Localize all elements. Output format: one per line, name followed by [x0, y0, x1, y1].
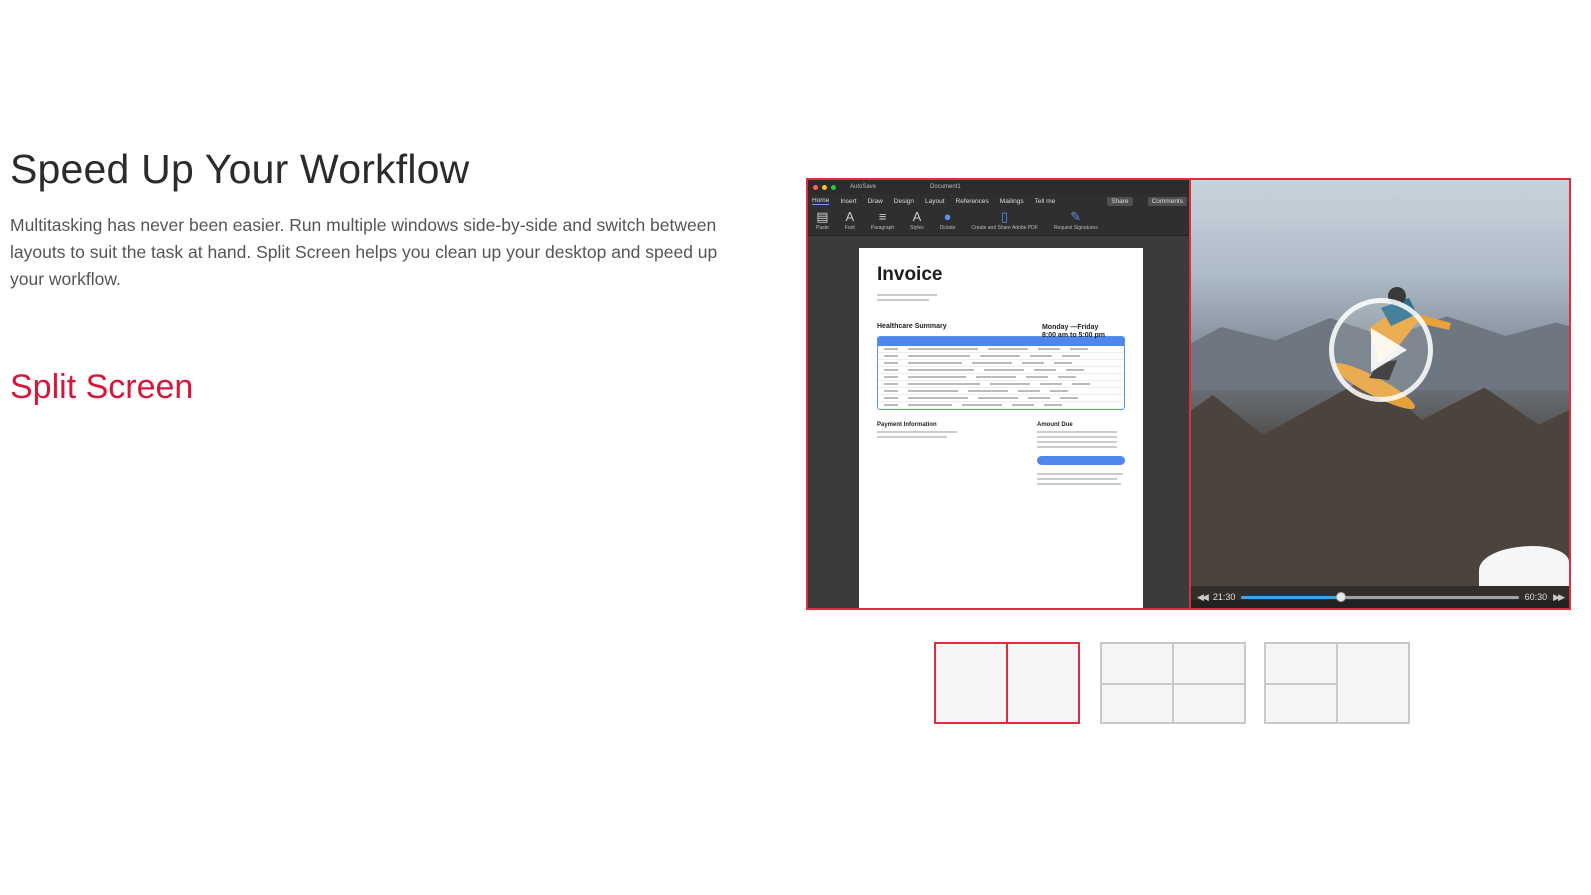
layout-options: [806, 622, 1571, 750]
signature-icon: ✎: [1070, 209, 1082, 224]
tab-layout[interactable]: Layout: [925, 198, 945, 205]
total-time: 60:30: [1524, 592, 1548, 602]
seek-bar[interactable]: [1241, 591, 1519, 602]
amount-due-heading: Amount Due: [1037, 422, 1073, 428]
video-controls: ◀◀ 21:30 60:30 ▶▶: [1191, 586, 1569, 608]
tab-insert[interactable]: Insert: [840, 198, 856, 205]
skip-forward-icon[interactable]: ▶▶: [1553, 592, 1565, 603]
current-time: 21:30: [1212, 592, 1236, 602]
styles-button[interactable]: A Styles: [910, 210, 924, 231]
tab-home[interactable]: Home: [812, 197, 830, 205]
layout-four-grid[interactable]: [1100, 642, 1246, 724]
share-button[interactable]: Share: [1107, 196, 1133, 206]
close-icon[interactable]: [813, 184, 818, 190]
tab-mailings[interactable]: Mailings: [1000, 198, 1024, 205]
word-window-title: Document1: [930, 184, 961, 190]
tab-draw[interactable]: Draw: [868, 198, 883, 205]
maximize-icon[interactable]: [831, 184, 836, 190]
minimize-icon[interactable]: [822, 184, 827, 190]
payment-section: Payment Information Amount Due: [877, 422, 1125, 485]
comments-button[interactable]: Comments: [1147, 196, 1187, 206]
video-frame: [1191, 180, 1569, 608]
clipboard-icon: ▤: [816, 209, 829, 224]
word-window-pane: AutoSave Document1 Home Insert Draw Desi…: [808, 180, 1191, 608]
play-button[interactable]: [1329, 298, 1433, 402]
page-title: Speed Up Your Workflow: [10, 146, 470, 192]
pay-button: [1037, 456, 1125, 465]
seek-knob[interactable]: [1336, 591, 1347, 602]
paste-button[interactable]: ▤ Paste: [816, 210, 829, 231]
tab-design[interactable]: Design: [894, 198, 914, 205]
invoice-meta: [877, 294, 1125, 301]
invoice-title: Invoice: [877, 264, 943, 285]
invoice-hours: Monday —Friday 8:00 am to 5:00 pm: [1041, 324, 1105, 339]
request-signatures-button[interactable]: ✎ Request Signatures: [1054, 210, 1098, 231]
skip-back-icon[interactable]: ◀◀: [1197, 592, 1209, 603]
adobe-pdf-button[interactable]: ▯ Create and Share Adobe PDF: [971, 210, 1037, 231]
word-ribbon: ▤ Paste A Font ≡ Paragraph A Styles ● Dictate…: [808, 208, 1191, 236]
dictate-button[interactable]: ● Dictate: [940, 210, 956, 231]
layout-two-columns[interactable]: [934, 642, 1080, 724]
styles-icon: A: [912, 209, 922, 224]
font-icon: A: [845, 209, 855, 224]
autosave-label: AutoSave: [850, 184, 877, 190]
layout-one-left-two-right[interactable]: [1264, 642, 1410, 724]
payment-information-heading: Payment Information: [877, 422, 937, 428]
pdf-icon: ▯: [1001, 209, 1009, 224]
paragraph-icon: ≡: [878, 209, 887, 224]
page-description: Multitasking has never been easier. Run …: [10, 215, 718, 289]
split-screen-demo: AutoSave Document1 Home Insert Draw Desi…: [806, 178, 1571, 610]
tab-references[interactable]: References: [956, 198, 989, 205]
tab-tell-me[interactable]: Tell me: [1035, 198, 1056, 205]
microphone-icon: ●: [943, 209, 952, 224]
play-icon: [1371, 328, 1407, 372]
word-titlebar: AutoSave Document1: [808, 180, 1191, 194]
paragraph-button[interactable]: ≡ Paragraph: [871, 210, 894, 231]
video-player-pane: ◀◀ 21:30 60:30 ▶▶: [1191, 180, 1569, 608]
section-title-split-screen: Split Screen: [10, 368, 194, 406]
word-ribbon-tabs: Home Insert Draw Design Layout Reference…: [808, 194, 1191, 208]
font-button[interactable]: A Font: [845, 210, 855, 231]
invoice-table: [877, 336, 1125, 410]
invoice-document: Invoice Monday —Friday 8:00 am to 5:00 p…: [859, 248, 1143, 608]
